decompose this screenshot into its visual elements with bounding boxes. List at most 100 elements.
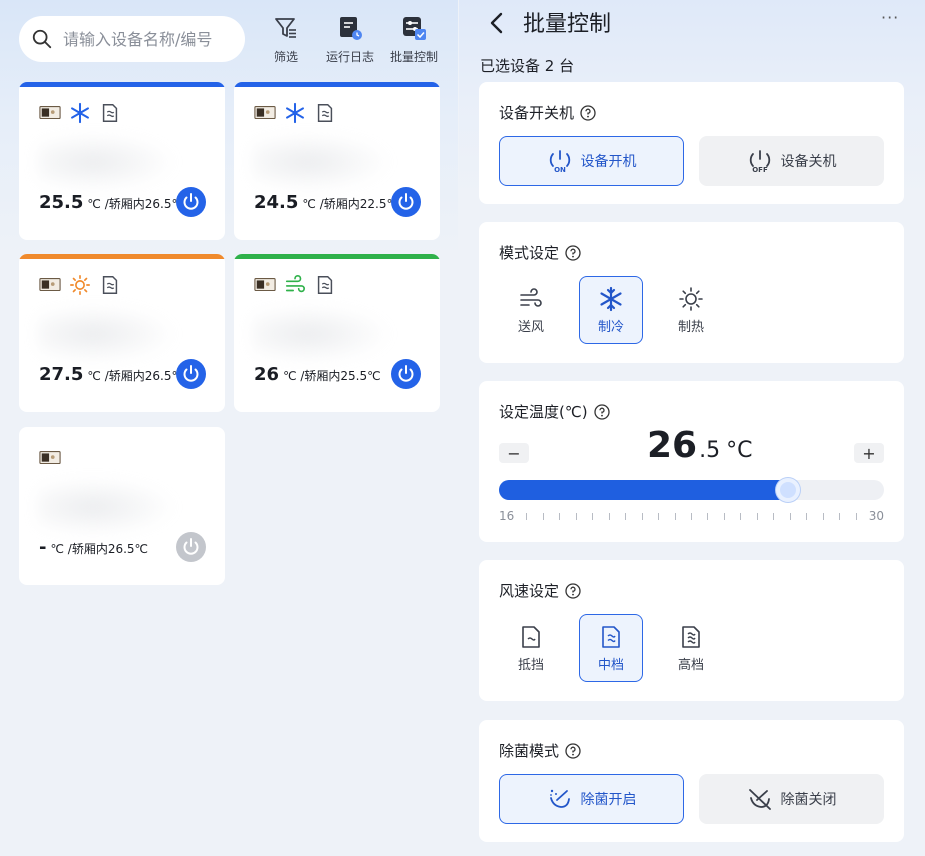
run-log-label: 运行日志 [326,50,375,64]
device-card[interactable]: 27.5 ℃ /轿厢内26.5℃ [19,254,225,412]
slider-handle[interactable] [776,478,800,502]
filter-icon [275,18,296,38]
temperature-decimal: .5 [699,438,721,463]
power-button[interactable] [391,359,421,389]
mode-heat-option[interactable]: 制热 [659,276,723,344]
ac-unit-icon [39,278,61,292]
snowflake-icon [71,102,89,124]
cabin-temperature: ℃ /轿厢内26.5℃ [50,542,149,556]
device-name-blurred [37,477,177,537]
run-log-button[interactable]: 运行日志 [326,14,374,65]
batch-control-icon [403,17,426,40]
slider-tick [822,512,824,520]
power-button[interactable] [176,359,206,389]
fan-medium-icon [602,625,620,648]
device-card[interactable]: 24.5 ℃ /轿厢内22.5℃ [234,82,440,240]
set-temperature: 27.5 [39,364,84,385]
slider-tick [773,512,775,520]
help-icon[interactable] [565,582,581,599]
set-temperature: 25.5 [39,192,84,213]
mode-cool-option[interactable]: 制冷 [579,276,643,344]
slider-tick [658,512,660,520]
mode-panel: 模式设定 送风 制冷 制热 [479,222,904,363]
slider-tick [592,512,594,520]
mode-cool-label: 制冷 [597,319,624,335]
filter-button[interactable]: 筛选 [272,14,300,65]
page-title: 批量控制 [523,12,612,37]
cabin-temperature: ℃ /轿厢内25.5℃ [283,369,381,383]
fan-low-option[interactable]: 抵挡 [499,614,563,682]
fan-medium-label: 中档 [597,657,624,673]
device-list-pane: 筛选 运行日志 批量控制 25.5 ℃ /轿厢内26.5℃ [0,0,458,856]
increase-temperature-button[interactable]: + [854,443,884,463]
slider-tick [707,512,709,520]
status-bar [19,254,225,259]
power-button[interactable] [391,187,421,217]
help-icon[interactable] [565,742,581,759]
power-panel: 设备开关机 ON 设备开机 OFF 设备关机 [479,82,904,204]
fan-speed-icon [102,104,118,122]
decrease-temperature-button[interactable]: − [499,443,529,463]
slider-tick [542,512,544,520]
fan-high-option[interactable]: 高档 [659,614,723,682]
fan-medium-option[interactable]: 中档 [579,614,643,682]
sterilize-off-button[interactable]: 除菌关闭 [699,774,884,824]
power-off-button[interactable]: OFF 设备关机 [699,136,884,186]
power-button-disabled[interactable] [176,532,206,562]
snowflake-icon [286,102,304,124]
help-icon[interactable] [580,104,596,121]
slider-tick [559,512,561,520]
sterilize-on-button[interactable]: 除菌开启 [499,774,684,824]
sun-icon [679,286,703,311]
power-button[interactable] [176,187,206,217]
slider-tick [789,512,791,520]
section-title: 设定温度(℃) [499,403,588,421]
slider-tick [608,512,610,520]
fan-speed-icon [102,276,118,294]
mode-fan-option[interactable]: 送风 [499,276,563,344]
ac-unit-icon [39,106,61,120]
set-temperature: 26 [254,364,280,385]
device-card[interactable]: 25.5 ℃ /轿厢内26.5℃ [19,82,225,240]
slider-tick [723,512,725,520]
more-menu-icon[interactable]: ··· [881,8,899,27]
mode-fan-label: 送风 [517,319,544,335]
set-temperature: - [39,537,47,558]
power-on-button[interactable]: ON 设备开机 [499,136,684,186]
slider-tick [740,512,742,520]
section-title: 除菌模式 [499,742,560,760]
batch-control-button[interactable]: 批量控制 [390,14,438,65]
slider-max-label: 30 [868,509,884,523]
fan-high-label: 高档 [677,657,704,673]
cabin-temperature: ℃ /轿厢内26.5℃ [87,197,185,211]
fan-high-icon [682,625,700,648]
sterilize-panel: 除菌模式 除菌开启 除菌关闭 [479,720,904,842]
ac-unit-icon [39,451,61,465]
search-box[interactable] [19,16,245,62]
fan-speed-icon [317,104,333,122]
fan-speed-panel: 风速设定 抵挡 中档 高档 [479,560,904,701]
temperature-display: 26 .5 °C [647,425,752,466]
device-name-blurred [37,132,177,192]
temperature-slider[interactable] [499,478,884,502]
device-name-blurred [252,132,392,192]
temperature-panel: 设定温度(℃) − 26 .5 °C + 16 30 [479,381,904,542]
status-bar [19,82,225,87]
device-card[interactable]: - ℃ /轿厢内26.5℃ [19,427,225,585]
section-title: 风速设定 [499,582,560,600]
batch-control-pane: 批量控制 ··· 已选设备 2 台 设备开关机 ON 设备开机 OFF 设备关机… [459,0,925,856]
search-input[interactable] [63,29,233,49]
slider-tick [526,512,528,520]
power-on-label: 设备开机 [580,154,637,170]
cabin-temperature: ℃ /轿厢内22.5℃ [302,197,400,211]
sun-icon [70,275,90,295]
help-icon[interactable] [593,403,610,420]
help-icon[interactable] [565,244,581,261]
device-card[interactable]: 26 ℃ /轿厢内25.5℃ [234,254,440,412]
wind-icon [520,287,542,307]
device-name-blurred [37,304,177,364]
back-arrow-icon[interactable] [483,8,513,38]
slider-tick [806,512,808,520]
temperature-unit: °C [726,438,753,463]
slider-scale: 16 30 [499,508,884,524]
